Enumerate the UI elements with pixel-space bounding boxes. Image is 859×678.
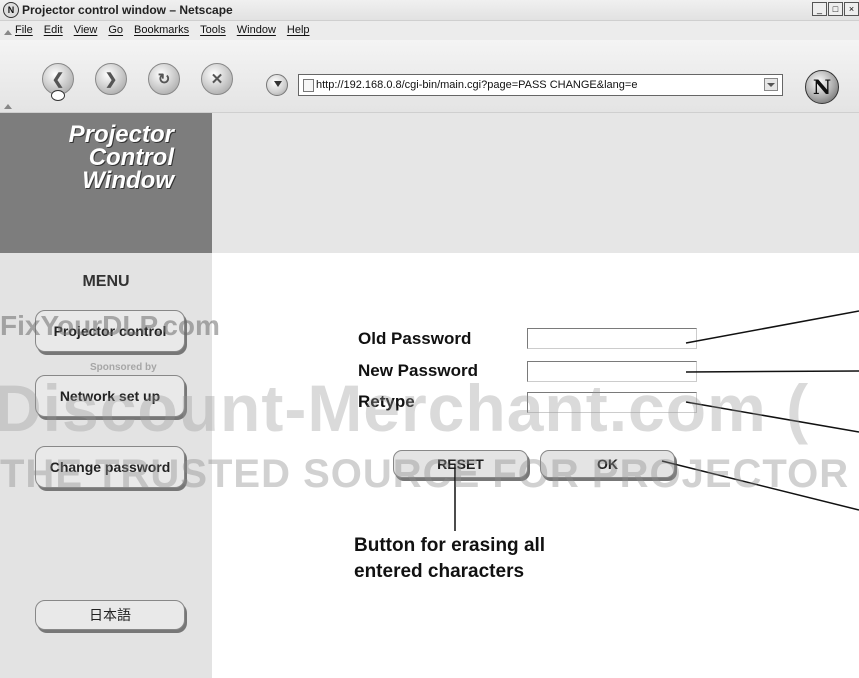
retype-callout-line	[685, 401, 859, 433]
ok-callout-line	[661, 460, 859, 511]
old-password-callout-line	[685, 310, 859, 344]
new-password-callout-line	[685, 370, 859, 373]
callout-lines	[454, 310, 859, 531]
